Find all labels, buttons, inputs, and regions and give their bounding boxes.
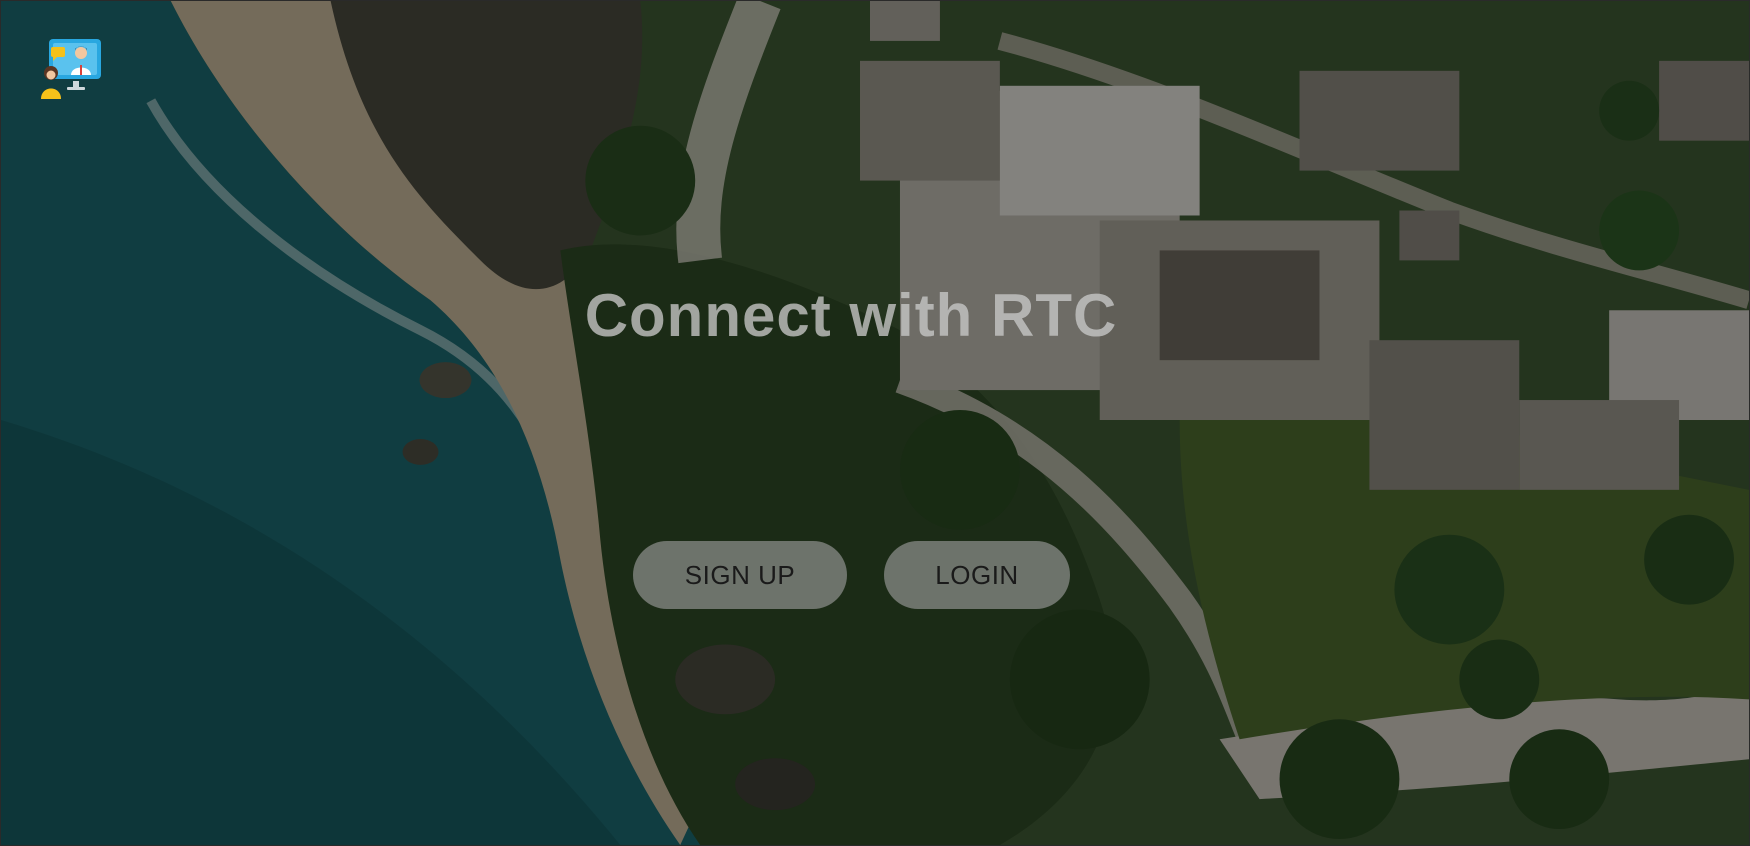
signup-button[interactable]: SIGN UP [633, 541, 847, 609]
landing-page: Connect with RTC SIGN UP LOGIN [0, 0, 1750, 846]
hero-title: Connect with RTC [584, 282, 1118, 349]
video-call-icon [41, 39, 101, 99]
auth-actions: SIGN UP LOGIN [1, 541, 1749, 611]
background-photo [1, 1, 1749, 845]
login-button[interactable]: LOGIN [884, 541, 1070, 609]
app-logo[interactable] [39, 37, 103, 101]
aerial-coast-ruins-photo [1, 1, 1749, 845]
